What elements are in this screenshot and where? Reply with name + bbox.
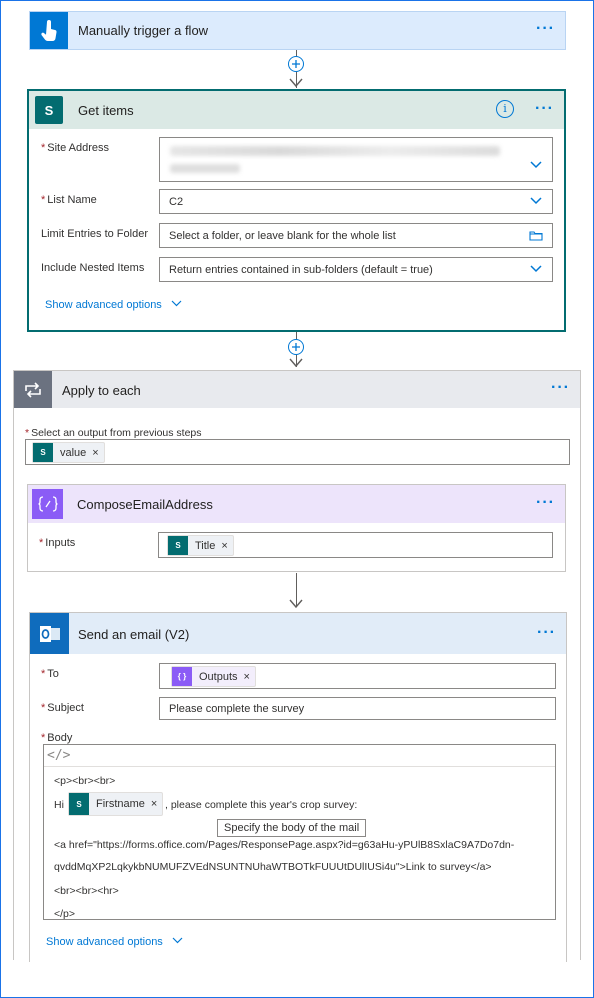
sharepoint-icon: S (35, 96, 63, 124)
body-tooltip: Specify the body of the mail (217, 819, 367, 837)
firstname-token[interactable]: S Firstname × (68, 792, 164, 816)
compose-more-button[interactable]: ··· (536, 494, 555, 512)
add-step-plus-icon[interactable] (288, 339, 304, 355)
remove-token-icon[interactable]: × (244, 671, 250, 683)
body-editor[interactable]: </> <p><br><br> Hi S Firstname × , pleas… (43, 744, 556, 920)
code-view-toggle-icon[interactable]: </> (47, 748, 70, 763)
folder-icon[interactable] (529, 230, 543, 241)
remove-token-icon[interactable]: × (151, 798, 157, 810)
list-name-field[interactable]: C2 (159, 189, 553, 214)
compose-card: ComposeEmailAddress ··· * Inputs S Title … (27, 484, 566, 572)
site-address-blurred-value (170, 164, 240, 173)
send-email-header[interactable]: Send an email (V2) ··· (30, 613, 566, 654)
touch-icon (30, 12, 68, 49)
send-email-more-button[interactable]: ··· (537, 624, 556, 642)
select-output-label: * Select an output from previous steps (25, 427, 202, 439)
subject-label: * Subject (41, 702, 84, 714)
arrow-down-icon (289, 78, 303, 88)
nested-value: Return entries contained in sub-folders … (169, 263, 433, 276)
body-line: , please complete this year's crop surve… (165, 799, 358, 811)
apply-to-each-header[interactable]: Apply to each ··· (14, 371, 580, 408)
folder-label: Limit Entries to Folder (41, 228, 148, 240)
chevron-down-icon (172, 937, 183, 944)
subject-value: Please complete the survey (169, 702, 305, 715)
compose-title: ComposeEmailAddress (77, 497, 213, 512)
remove-token-icon[interactable]: × (92, 447, 98, 459)
select-output-field[interactable]: S value × (25, 439, 570, 465)
apply-to-each-title: Apply to each (62, 383, 141, 398)
trigger-more-button[interactable]: ··· (536, 20, 555, 38)
chevron-down-icon (171, 300, 182, 307)
chevron-down-icon[interactable] (530, 161, 542, 169)
loop-icon (14, 371, 52, 408)
arrow-down-icon (289, 599, 303, 609)
folder-placeholder: Select a folder, or leave blank for the … (169, 229, 396, 242)
get-items-title: Get items (78, 103, 134, 118)
compose-header[interactable]: ComposeEmailAddress ··· (28, 485, 565, 523)
add-step-plus-icon[interactable] (288, 56, 304, 72)
value-token[interactable]: S value × (32, 442, 105, 463)
outputs-token[interactable]: { } Outputs × (171, 666, 256, 687)
show-advanced-options-link[interactable]: Show advanced options (45, 299, 182, 311)
to-field[interactable]: { } Outputs × (159, 663, 556, 689)
get-items-header[interactable]: S Get items i ··· (29, 91, 564, 129)
site-address-label: * Site Address (41, 142, 110, 154)
title-token[interactable]: S Title × (167, 535, 234, 556)
chevron-down-icon[interactable] (530, 196, 542, 205)
sharepoint-icon: S (33, 443, 53, 462)
compose-icon: { } (172, 667, 192, 686)
outlook-icon (30, 613, 69, 654)
body-label: * Body (41, 732, 73, 744)
remove-token-icon[interactable]: × (221, 540, 227, 552)
compose-icon (32, 489, 63, 519)
folder-field[interactable]: Select a folder, or leave blank for the … (159, 223, 553, 248)
chevron-down-icon[interactable] (530, 264, 542, 273)
body-line: <a href="https://forms.office.com/Pages/… (54, 839, 515, 851)
get-items-more-button[interactable]: ··· (535, 100, 554, 118)
list-name-value: C2 (169, 195, 184, 208)
inputs-field[interactable]: S Title × (158, 532, 553, 558)
info-icon[interactable]: i (496, 100, 514, 118)
show-advanced-options-link[interactable]: Show advanced options (46, 936, 183, 948)
body-line: <p><br><br> (54, 775, 116, 787)
site-address-blurred-value (170, 146, 500, 156)
to-label: * To (41, 668, 59, 680)
send-email-card: Send an email (V2) ··· * To { } Outputs ×… (29, 612, 567, 962)
apply-to-each-more-button[interactable]: ··· (551, 379, 570, 397)
sharepoint-icon: S (168, 536, 188, 555)
body-line-hi: Hi (54, 799, 64, 811)
get-items-card: S Get items i ··· * Site Address * List Na… (27, 89, 566, 332)
sharepoint-icon: S (69, 793, 89, 815)
subject-field[interactable]: Please complete the survey (159, 697, 556, 720)
body-toolbar: </> (44, 745, 555, 767)
inputs-label: * Inputs (39, 537, 76, 549)
send-email-title: Send an email (V2) (78, 627, 190, 642)
body-line: <br><br><hr> (54, 885, 119, 897)
body-line: </p> (54, 908, 76, 920)
arrow-down-icon (289, 358, 303, 368)
body-line: qvddMqXP2LqkykbNUMUFZVEdNSUNTNUhaWTBOTkF… (54, 861, 492, 873)
nested-field[interactable]: Return entries contained in sub-folders … (159, 257, 553, 282)
trigger-title: Manually trigger a flow (78, 23, 209, 38)
site-address-field[interactable] (159, 137, 553, 182)
trigger-card[interactable]: Manually trigger a flow ··· (29, 11, 566, 50)
nested-label: Include Nested Items (41, 262, 145, 274)
list-name-label: * List Name (41, 194, 97, 206)
